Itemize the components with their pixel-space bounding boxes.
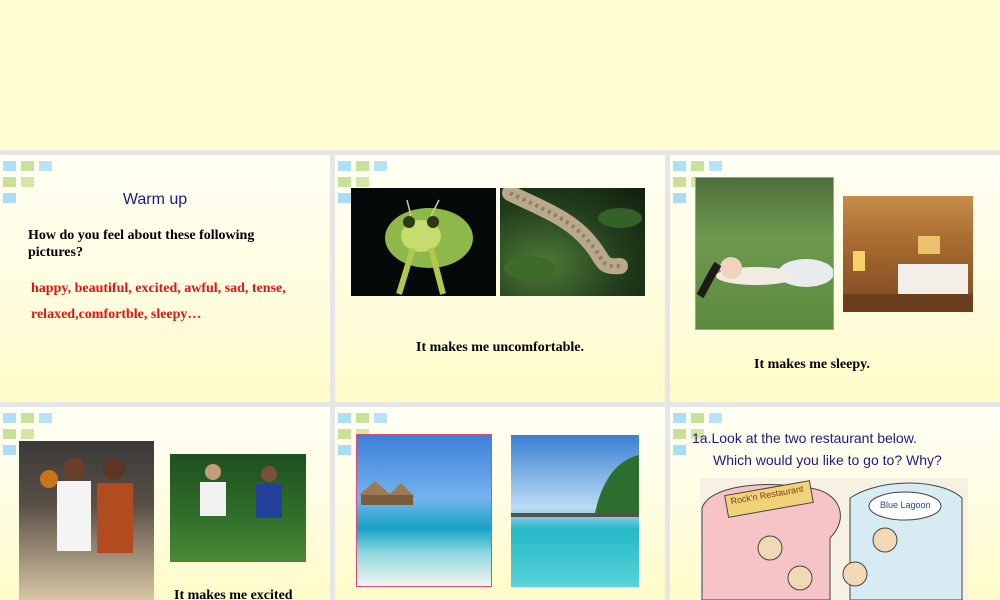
tropical-island-photo <box>511 435 639 587</box>
slide-title: Warm up <box>122 191 188 208</box>
slide-caption: It makes me uncomfortable. <box>416 340 584 355</box>
restaurants-cartoon: Rock'n Restaurant Blue Lagoon <box>700 478 968 600</box>
beach-huts-photo <box>356 434 492 587</box>
soccer-photo <box>170 454 306 562</box>
mantis-photo <box>351 188 496 296</box>
slide-restaurants[interactable]: 1a.Look at the two restaurant below. Whi… <box>670 407 1000 600</box>
feeling-words-line-1: happy, beautiful, excited, awful, sad, t… <box>31 281 286 296</box>
slide-warm-up[interactable]: Warm up How do you feel about these foll… <box>0 155 330 402</box>
sign-blue-lagoon: Blue Lagoon <box>880 500 931 510</box>
task-question: Which would you like to go to? Why? <box>713 452 942 468</box>
slide-caption: It makes me excited <box>174 588 293 600</box>
snake-photo <box>500 188 645 296</box>
girl-on-grass-photo <box>695 177 834 330</box>
feeling-words: happy, beautiful, excited, awful, sad, t… <box>31 276 321 328</box>
slide-sleepy[interactable]: It makes me sleepy. <box>670 155 1000 402</box>
feeling-words-line-2: relaxed,comfortble, sleepy… <box>31 307 202 322</box>
task-instruction: 1a.Look at the two restaurant below. <box>692 430 917 446</box>
slide-beaches[interactable] <box>335 407 665 600</box>
hotel-bedroom-photo <box>843 196 973 312</box>
question-text: How do you feel about these following pi… <box>28 228 255 260</box>
slide-uncomfortable[interactable]: It makes me uncomfortable. <box>335 155 665 402</box>
basketball-photo <box>19 441 154 600</box>
slide-excited[interactable]: It makes me excited <box>0 407 330 600</box>
top-blank-area <box>0 0 1000 150</box>
slide-caption: It makes me sleepy. <box>754 357 870 372</box>
